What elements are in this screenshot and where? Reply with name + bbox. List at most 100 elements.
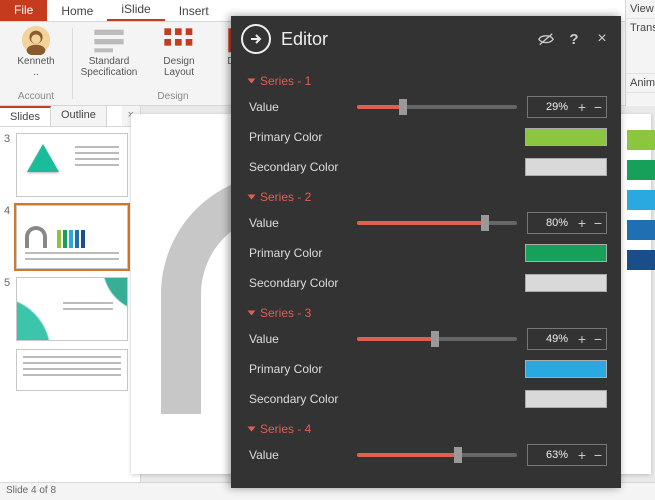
slides-pane: Slides Outline × 3 4 5 [0, 106, 141, 500]
tab-animations[interactable]: Anim [626, 74, 655, 93]
tab-islide[interactable]: iSlide [107, 0, 164, 21]
account-user-label: Kenneth .. [17, 56, 54, 78]
increment-button[interactable]: + [574, 97, 590, 117]
slide-thumbnail-4[interactable] [16, 205, 128, 269]
design-layout-button[interactable]: Design Layout [149, 26, 209, 82]
value-row: Value 49%+− [249, 324, 607, 354]
decrement-button[interactable]: − [590, 213, 606, 233]
value-text[interactable]: 29% [528, 101, 574, 113]
slide-counter: Slide 4 of 8 [6, 485, 56, 496]
value-row: Value 63%+− [249, 440, 607, 470]
thumb-number: 3 [4, 133, 12, 197]
thumb-number: 5 [4, 277, 12, 341]
chevron-down-icon [248, 311, 256, 316]
thumb-row[interactable] [4, 349, 134, 391]
account-user-button[interactable]: Kenneth .. [6, 26, 66, 78]
increment-button[interactable]: + [574, 445, 590, 465]
series-label: Series - 4 [260, 422, 311, 436]
help-icon[interactable]: ? [565, 30, 583, 48]
color-chip [627, 190, 655, 210]
value-slider[interactable] [357, 213, 517, 233]
series-label: Series - 1 [260, 74, 311, 88]
increment-button[interactable]: + [574, 213, 590, 233]
value-slider[interactable] [357, 329, 517, 349]
value-box: 29%+− [527, 96, 607, 118]
series-header[interactable]: Series - 2 [249, 182, 607, 208]
value-box: 49%+− [527, 328, 607, 350]
layout-icon [163, 26, 195, 54]
close-icon[interactable]: × [593, 30, 611, 48]
value-box: 63%+− [527, 444, 607, 466]
secondary-color-label: Secondary Color [249, 276, 357, 290]
account-group-label: Account [18, 91, 54, 104]
series-label: Series - 3 [260, 306, 311, 320]
standard-specification-button[interactable]: Standard Specification [79, 26, 139, 82]
back-button[interactable] [241, 24, 271, 54]
slide-thumbnail-5[interactable] [16, 277, 128, 341]
spec-label: Standard Specification [81, 56, 138, 78]
panel-header: Editor ? × [231, 16, 621, 62]
increment-button[interactable]: + [574, 329, 590, 349]
primary-color-swatch[interactable] [525, 360, 607, 378]
arrow-right-icon [248, 31, 264, 47]
series-header[interactable]: Series - 1 [249, 66, 607, 92]
secondary-color-row: Secondary Color [249, 268, 607, 298]
secondary-color-swatch[interactable] [525, 390, 607, 408]
primary-color-swatch[interactable] [525, 244, 607, 262]
panel-body[interactable]: Series - 1Value29%+−Primary ColorSeconda… [231, 62, 621, 488]
avatar-icon [20, 26, 52, 54]
visibility-off-icon[interactable] [537, 30, 555, 48]
value-label: Value [249, 100, 357, 114]
series-header[interactable]: Series - 3 [249, 298, 607, 324]
pane-tabs: Slides Outline × [0, 106, 140, 127]
primary-color-row: Primary Color [249, 354, 607, 384]
secondary-color-row: Secondary Color [249, 152, 607, 182]
thumb-number [4, 349, 12, 391]
thumb-row[interactable]: 5 [4, 277, 134, 341]
color-chip [627, 220, 655, 240]
layout-label: Design Layout [163, 56, 194, 78]
value-row: Value 29%+− [249, 92, 607, 122]
value-text[interactable]: 49% [528, 333, 574, 345]
series-header[interactable]: Series - 4 [249, 414, 607, 440]
tab-insert[interactable]: Insert [165, 1, 223, 21]
decrement-button[interactable]: − [590, 97, 606, 117]
chevron-down-icon [248, 427, 256, 432]
value-slider[interactable] [357, 97, 517, 117]
value-label: Value [249, 332, 357, 346]
value-text[interactable]: 80% [528, 217, 574, 229]
primary-color-swatch[interactable] [525, 128, 607, 146]
panel-title: Editor [281, 29, 328, 50]
color-chips-column [627, 130, 655, 270]
thumbnails[interactable]: 3 4 5 [0, 127, 140, 500]
pane-tab-outline[interactable]: Outline [51, 106, 107, 126]
secondary-color-swatch[interactable] [525, 158, 607, 176]
file-tab[interactable]: File [0, 0, 47, 21]
design-group-label: Design [157, 91, 188, 104]
tab-transitions[interactable]: Transit [626, 19, 655, 74]
tab-home[interactable]: Home [47, 1, 107, 21]
value-row: Value80%+− [249, 208, 607, 238]
value-text[interactable]: 63% [528, 449, 574, 461]
primary-color-row: Primary Color [249, 122, 607, 152]
secondary-color-label: Secondary Color [249, 160, 357, 174]
slide-thumbnail-3[interactable] [16, 133, 128, 197]
thumb-row[interactable]: 3 [4, 133, 134, 197]
chevron-down-icon [248, 79, 256, 84]
value-label: Value [249, 448, 357, 462]
value-slider[interactable] [357, 445, 517, 465]
pane-tab-slides[interactable]: Slides [0, 106, 51, 126]
account-group: Kenneth .. Account [0, 22, 72, 105]
secondary-color-swatch[interactable] [525, 274, 607, 292]
decrement-button[interactable]: − [590, 445, 606, 465]
spec-icon [93, 26, 125, 54]
color-chip [627, 250, 655, 270]
decrement-button[interactable]: − [590, 329, 606, 349]
thumb-row[interactable]: 4 [4, 205, 134, 269]
secondary-color-label: Secondary Color [249, 392, 357, 406]
value-box: 80%+− [527, 212, 607, 234]
tab-view[interactable]: View [626, 0, 655, 19]
right-ribbon-remnant: View Transit Anim [625, 0, 655, 106]
slide-thumbnail-6[interactable] [16, 349, 128, 391]
color-chip [627, 160, 655, 180]
